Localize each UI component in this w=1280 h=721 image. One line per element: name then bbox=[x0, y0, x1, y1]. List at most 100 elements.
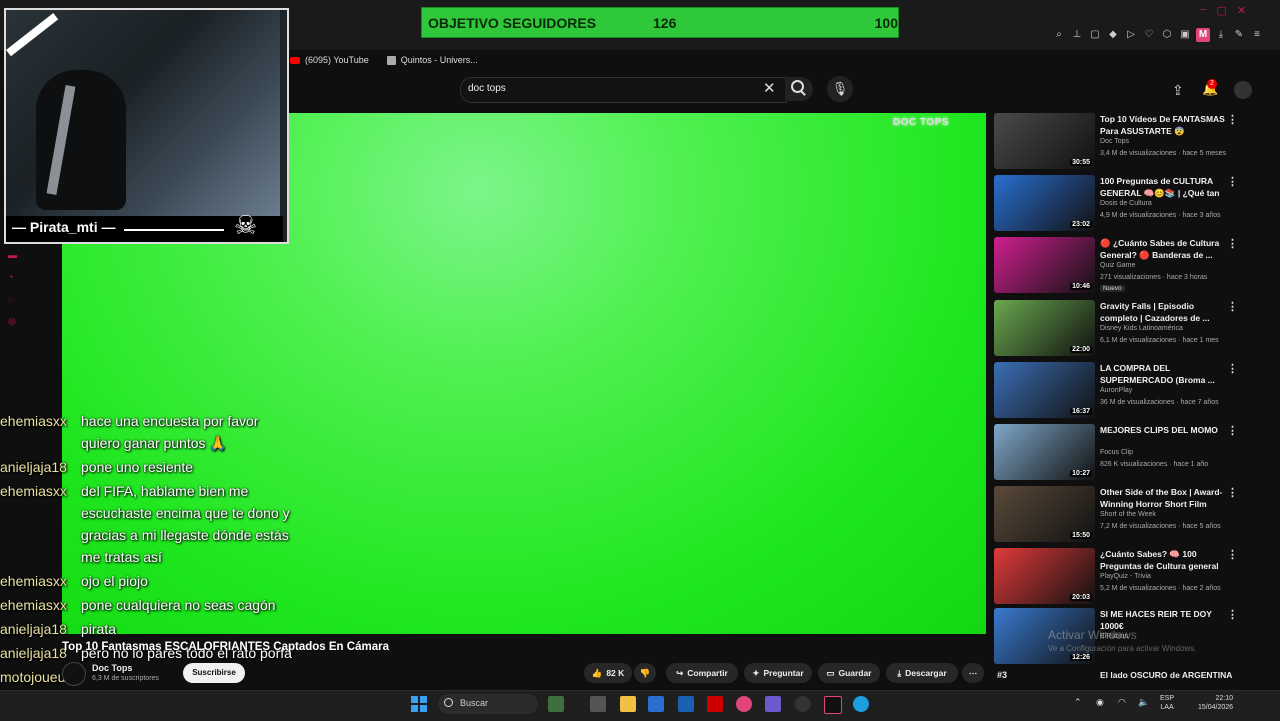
opera-icon[interactable] bbox=[736, 696, 752, 712]
recommended-video[interactable]: 10:46 🔴 ¿Cuánto Sabes de Cultura General?… bbox=[994, 237, 1244, 295]
app-icon[interactable] bbox=[707, 696, 723, 712]
recommended-video[interactable]: 22:00 Gravity Falls | Episodio completo |… bbox=[994, 300, 1244, 358]
channel-name[interactable]: Disney Kids Latinoamérica bbox=[1100, 325, 1183, 332]
extensions-icon[interactable]: ▣ bbox=[1178, 28, 1192, 42]
video-thumbnail[interactable]: 10:27 bbox=[994, 424, 1095, 480]
more-options-icon[interactable]: ⋮ bbox=[1227, 237, 1238, 250]
video-thumbnail[interactable]: 20:03 bbox=[994, 548, 1095, 604]
channel-name[interactable]: Dosis de Cultura bbox=[1100, 200, 1152, 207]
subscribe-button[interactable]: Suscribirse bbox=[183, 663, 245, 683]
channel-name[interactable]: AuronPlay bbox=[1100, 387, 1132, 394]
recommended-video[interactable]: 16:37 LA COMPRA DEL SUPERMERCADO (Broma .… bbox=[994, 362, 1244, 420]
video-thumbnail[interactable]: 16:37 bbox=[994, 362, 1095, 418]
create-icon[interactable]: ⇪ bbox=[1172, 82, 1184, 99]
tab-icon[interactable]: ▢ bbox=[1088, 28, 1102, 42]
video-title[interactable]: Top 10 Vídeos De FANTASMAS Para ASUSTART… bbox=[1100, 113, 1225, 137]
zoom-icon[interactable]: ⌕ bbox=[1052, 28, 1066, 42]
more-actions-button[interactable]: ⋯ bbox=[962, 663, 984, 683]
video-title[interactable]: 🔴 ¿Cuánto Sabes de Cultura General? 🔴 Ba… bbox=[1100, 237, 1225, 261]
video-title[interactable]: LA COMPRA DEL SUPERMERCADO (Broma ... bbox=[1100, 362, 1225, 386]
more-options-icon[interactable]: ⋮ bbox=[1227, 486, 1238, 499]
rank-title[interactable]: El lado OSCURO de ARGENTINA bbox=[1100, 670, 1232, 680]
wifi-icon[interactable]: ◠ bbox=[1118, 697, 1126, 708]
recommended-video[interactable]: 15:50 Other Side of the Box | Award-Winni… bbox=[994, 486, 1244, 544]
ai-icon[interactable]: ✎ bbox=[1232, 28, 1246, 42]
shield-icon[interactable]: ◆ bbox=[1106, 28, 1120, 42]
mic-icon[interactable]: 🎙 bbox=[827, 76, 853, 102]
close-icon[interactable]: ✕ bbox=[1237, 4, 1246, 17]
search-input[interactable] bbox=[460, 77, 787, 103]
menu-icon[interactable]: ≡ bbox=[1250, 28, 1264, 42]
channel-name[interactable]: PlayQuiz - Trivia bbox=[1100, 573, 1151, 580]
windows-start-icon[interactable] bbox=[411, 696, 427, 712]
sidebar-icon[interactable]: ◔ bbox=[8, 272, 18, 282]
more-options-icon[interactable]: ⋮ bbox=[1227, 424, 1238, 437]
profile-m-icon[interactable]: M bbox=[1196, 28, 1210, 42]
more-options-icon[interactable]: ⋮ bbox=[1227, 175, 1238, 188]
more-options-icon[interactable]: ⋮ bbox=[1227, 548, 1238, 561]
file-explorer-icon[interactable] bbox=[620, 696, 636, 712]
volume-icon[interactable]: 🔈 bbox=[1138, 697, 1149, 708]
video-title[interactable]: MEJORES CLIPS DEL MOMO bbox=[1100, 424, 1225, 436]
recommended-video[interactable]: 10:27 MEJORES CLIPS DEL MOMO Focus Clip 826… bbox=[994, 424, 1244, 482]
like-button[interactable]: 👍 82 K bbox=[584, 663, 632, 683]
recommended-video[interactable]: 23:02 100 Preguntas de CULTURA GENERAL 🧠😊… bbox=[994, 175, 1244, 233]
language-indicator[interactable]: ESP LAA bbox=[1160, 694, 1174, 712]
channel-name[interactable]: Focus Clip bbox=[1100, 449, 1133, 456]
more-options-icon[interactable]: ⋮ bbox=[1227, 300, 1238, 313]
taskbar-widget-icon[interactable] bbox=[548, 696, 564, 712]
channel-avatar[interactable] bbox=[62, 662, 86, 686]
video-thumbnail[interactable]: 30:55 bbox=[994, 113, 1095, 169]
edge-icon[interactable] bbox=[853, 696, 869, 712]
clear-search-icon[interactable]: ✕ bbox=[763, 79, 776, 97]
task-view-icon[interactable] bbox=[590, 696, 606, 712]
ask-button[interactable]: ✦ Preguntar bbox=[744, 663, 812, 683]
windows-activation-text: Ve a Configuración para activar Windows. bbox=[1048, 644, 1197, 653]
play-icon[interactable]: ▷ bbox=[1124, 28, 1138, 42]
video-thumbnail[interactable]: 23:02 bbox=[994, 175, 1095, 231]
obs-icon[interactable] bbox=[795, 696, 811, 712]
save-button[interactable]: ▭ Guardar bbox=[818, 663, 880, 683]
sidebar-icon[interactable]: ◌ bbox=[8, 294, 18, 304]
video-title[interactable]: Gravity Falls | Episodio completo | Caza… bbox=[1100, 300, 1225, 324]
tiktok-icon[interactable] bbox=[824, 696, 842, 714]
pin-icon[interactable]: ⊥ bbox=[1070, 28, 1084, 42]
bookmark-quintos[interactable]: Quintos - Univers... bbox=[386, 55, 478, 65]
maximize-icon[interactable]: ▢ bbox=[1216, 4, 1226, 17]
tray-app-icon[interactable]: ◉ bbox=[1096, 697, 1104, 708]
store-icon[interactable] bbox=[648, 696, 664, 712]
recommended-video[interactable]: 20:03 ¿Cuánto Sabes? 🧠 100 Preguntas de C… bbox=[994, 548, 1244, 606]
bookmark-youtube[interactable]: (6095) YouTube bbox=[290, 55, 369, 65]
chain-icon[interactable]: ⬡ bbox=[1160, 28, 1174, 42]
sidebar-icon[interactable]: ▬ bbox=[8, 250, 18, 260]
account-avatar[interactable] bbox=[1234, 81, 1252, 99]
download-icon[interactable]: ⤓ bbox=[1214, 28, 1228, 42]
dislike-button[interactable]: 👎 bbox=[634, 663, 656, 683]
discord-icon[interactable] bbox=[765, 696, 781, 712]
recommended-video[interactable]: 30:55 Top 10 Vídeos De FANTASMAS Para ASU… bbox=[994, 113, 1244, 171]
channel-name[interactable]: Short of the Week bbox=[1100, 511, 1156, 518]
video-title[interactable]: Other Side of the Box | Award-Winning Ho… bbox=[1100, 486, 1225, 510]
clock[interactable]: 22:10 15/04/2026 bbox=[1198, 694, 1233, 712]
heart-icon[interactable]: ♡ bbox=[1142, 28, 1156, 42]
more-options-icon[interactable]: ⋮ bbox=[1227, 608, 1238, 621]
video-thumbnail[interactable]: 15:50 bbox=[994, 486, 1095, 542]
chat-message: ehemiasxx del FIFA, hablame bien me bbox=[0, 480, 248, 502]
app-icon[interactable] bbox=[678, 696, 694, 712]
more-options-icon[interactable]: ⋮ bbox=[1227, 113, 1238, 126]
chat-text: del FIFA, hablame bien me bbox=[81, 483, 249, 499]
channel-name[interactable]: Quiz Game bbox=[1100, 262, 1135, 269]
video-thumbnail[interactable]: 10:46 bbox=[994, 237, 1095, 293]
video-thumbnail[interactable]: 22:00 bbox=[994, 300, 1095, 356]
tray-chevron-icon[interactable]: ⌃ bbox=[1074, 697, 1082, 708]
download-button[interactable]: ⤓ Descargar bbox=[886, 663, 958, 683]
video-title[interactable]: 100 Preguntas de CULTURA GENERAL 🧠😊📚 | ¿… bbox=[1100, 175, 1225, 199]
channel-name[interactable]: Doc Tops bbox=[1100, 138, 1129, 145]
more-options-icon[interactable]: ⋮ bbox=[1227, 362, 1238, 375]
goal-title: OBJETIVO SEGUIDORES bbox=[428, 14, 597, 31]
channel-name[interactable]: Doc Tops bbox=[92, 663, 132, 673]
share-button[interactable]: ↪ Compartir bbox=[666, 663, 738, 683]
sidebar-icon[interactable]: ◎ bbox=[8, 316, 18, 326]
video-title[interactable]: ¿Cuánto Sabes? 🧠 100 Preguntas de Cultur… bbox=[1100, 548, 1225, 572]
minimize-icon[interactable]: − bbox=[1200, 4, 1206, 17]
